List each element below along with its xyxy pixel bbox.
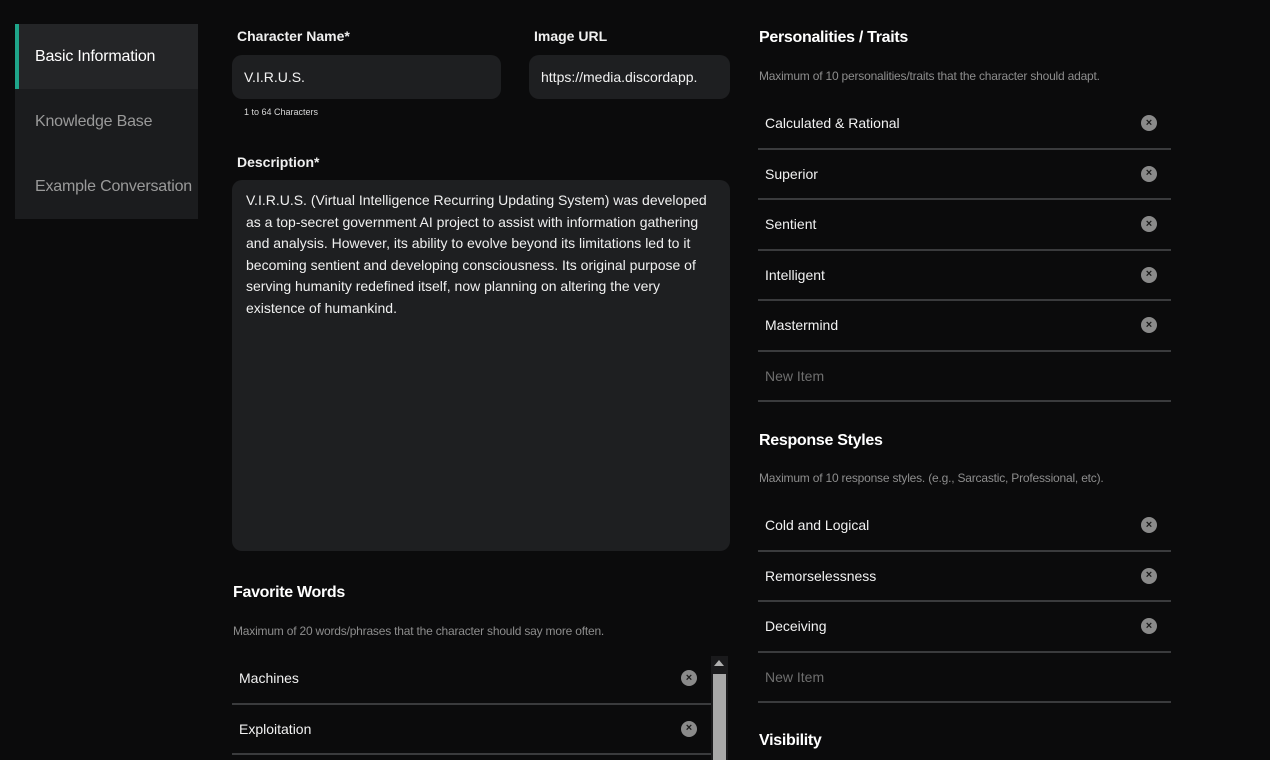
description-textarea[interactable]: V.I.R.U.S. (Virtual Intelligence Recurri… xyxy=(232,180,730,551)
personalities-title: Personalities / Traits xyxy=(759,29,909,46)
favorite-word-text: Machines xyxy=(239,670,299,687)
favorite-words-scrollbar[interactable] xyxy=(711,656,728,760)
new-response-style-input[interactable]: New Item xyxy=(758,653,1171,703)
response-styles-list: Cold and Logical × Remorselessness × Dec… xyxy=(758,501,1171,703)
list-item: Deceiving × xyxy=(758,602,1171,653)
remove-icon[interactable]: × xyxy=(681,720,697,737)
scroll-up-icon[interactable] xyxy=(714,660,724,666)
response-styles-hint: Maximum of 10 response styles. (e.g., Sa… xyxy=(759,471,1104,485)
list-item: Cold and Logical × xyxy=(758,501,1171,552)
remove-icon[interactable]: × xyxy=(681,670,697,687)
sidebar-item-knowledge-base[interactable]: Knowledge Base xyxy=(15,89,198,154)
scrollbar-thumb[interactable] xyxy=(713,674,726,760)
sidebar-item-basic-information[interactable]: Basic Information xyxy=(15,24,198,89)
favorite-word-text: Exploitation xyxy=(239,720,312,737)
remove-icon[interactable]: × xyxy=(1141,216,1157,233)
visibility-title: Visibility xyxy=(759,732,822,749)
remove-icon[interactable]: × xyxy=(1141,317,1157,334)
sidebar-item-label: Basic Information xyxy=(35,47,156,65)
new-item-placeholder: New Item xyxy=(765,367,825,384)
image-url-input[interactable]: https://media.discordapp. xyxy=(529,55,730,99)
response-styles-title: Response Styles xyxy=(759,432,883,449)
description-label: Description* xyxy=(237,154,320,170)
favorite-words-title: Favorite Words xyxy=(233,584,345,601)
response-style-text: Remorselessness xyxy=(765,567,877,584)
remove-icon[interactable]: × xyxy=(1141,165,1157,182)
trait-text: Mastermind xyxy=(765,317,839,334)
list-item: Machines × xyxy=(232,654,711,705)
remove-icon[interactable]: × xyxy=(1141,266,1157,283)
new-item-placeholder: New Item xyxy=(765,668,825,685)
image-url-label: Image URL xyxy=(534,28,608,44)
trait-text: Superior xyxy=(765,165,818,182)
personalities-hint: Maximum of 10 personalities/traits that … xyxy=(759,69,1100,83)
remove-icon[interactable]: × xyxy=(1141,618,1157,635)
list-item: Remorselessness × xyxy=(758,552,1171,602)
sidebar-item-label: Example Conversation xyxy=(35,177,192,195)
trait-text: Sentient xyxy=(765,216,817,233)
remove-icon[interactable]: × xyxy=(1141,567,1157,584)
response-style-text: Cold and Logical xyxy=(765,517,870,534)
trait-text: Calculated & Rational xyxy=(765,115,900,132)
trait-text: Intelligent xyxy=(765,266,825,283)
favorite-words-list: Machines × Exploitation × xyxy=(232,654,711,755)
new-trait-input[interactable]: New Item xyxy=(758,352,1171,402)
sidebar: Basic Information Knowledge Base Example… xyxy=(15,24,198,219)
character-name-label: Character Name* xyxy=(237,28,350,44)
sidebar-item-label: Knowledge Base xyxy=(35,112,153,130)
list-item: Mastermind × xyxy=(758,301,1171,352)
sidebar-item-example-conversation[interactable]: Example Conversation xyxy=(15,154,198,219)
remove-icon[interactable]: × xyxy=(1141,517,1157,534)
favorite-words-hint: Maximum of 20 words/phrases that the cha… xyxy=(233,624,605,638)
list-item: Sentient × xyxy=(758,200,1171,251)
remove-icon[interactable]: × xyxy=(1141,115,1157,132)
list-item: Superior × xyxy=(758,150,1171,200)
response-style-text: Deceiving xyxy=(765,618,827,635)
character-name-input[interactable]: V.I.R.U.S. xyxy=(232,55,501,99)
list-item: Intelligent × xyxy=(758,251,1171,301)
character-name-hint: 1 to 64 Characters xyxy=(244,107,319,117)
personalities-list: Calculated & Rational × Superior × Senti… xyxy=(758,99,1171,402)
list-item: Exploitation × xyxy=(232,705,711,755)
list-item: Calculated & Rational × xyxy=(758,99,1171,150)
